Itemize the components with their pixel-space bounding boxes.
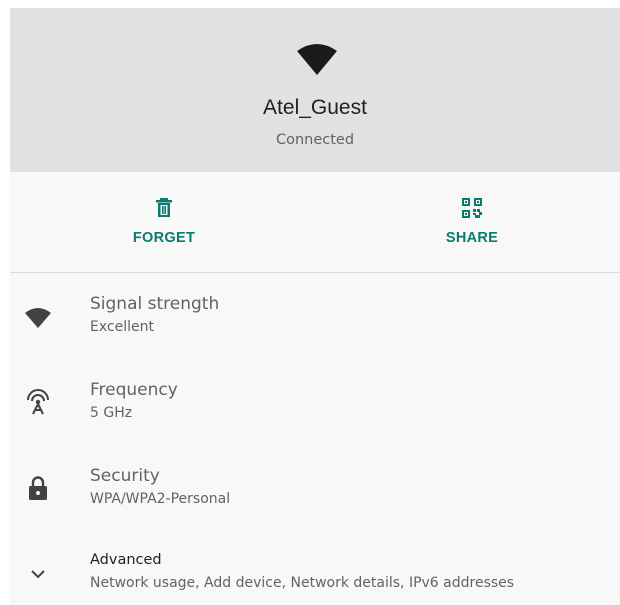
frequency-title: Frequency [90,380,178,400]
wifi-icon [297,44,337,75]
security-row: Security WPA/WPA2-Personal [10,456,620,536]
share-button-label: SHARE [445,230,499,246]
signal-strength-title: Signal strength [90,294,220,314]
share-button[interactable]: SHARE [392,190,552,256]
advanced-row[interactable]: Advanced Network usage, Add device, Netw… [10,542,620,605]
advanced-title: Advanced [90,552,162,568]
connection-status: Connected [275,132,355,148]
network-name: Atel_Guest [263,96,367,119]
wifi-network-details-screen: Atel_Guest Connected FORGET SHARE Signal… [10,8,620,605]
forget-button[interactable]: FORGET [84,190,244,256]
forget-button-label: FORGET [132,230,196,246]
frequency-row: Frequency 5 GHz [10,370,620,450]
lock-icon [29,476,47,500]
advanced-summary: Network usage, Add device, Network detai… [90,575,515,591]
qr-code-icon [462,198,482,218]
signal-strength-row: Signal strength Excellent [10,284,620,364]
wifi-signal-icon [25,308,51,328]
signal-strength-value: Excellent [90,319,154,335]
frequency-value: 5 GHz [90,405,133,421]
security-value: WPA/WPA2-Personal [90,491,231,507]
network-header: Atel_Guest Connected [10,8,620,172]
trash-icon [156,198,172,217]
antenna-icon [27,389,49,415]
chevron-down-icon [31,570,45,579]
action-bar: FORGET SHARE [10,172,620,273]
security-title: Security [90,466,160,486]
